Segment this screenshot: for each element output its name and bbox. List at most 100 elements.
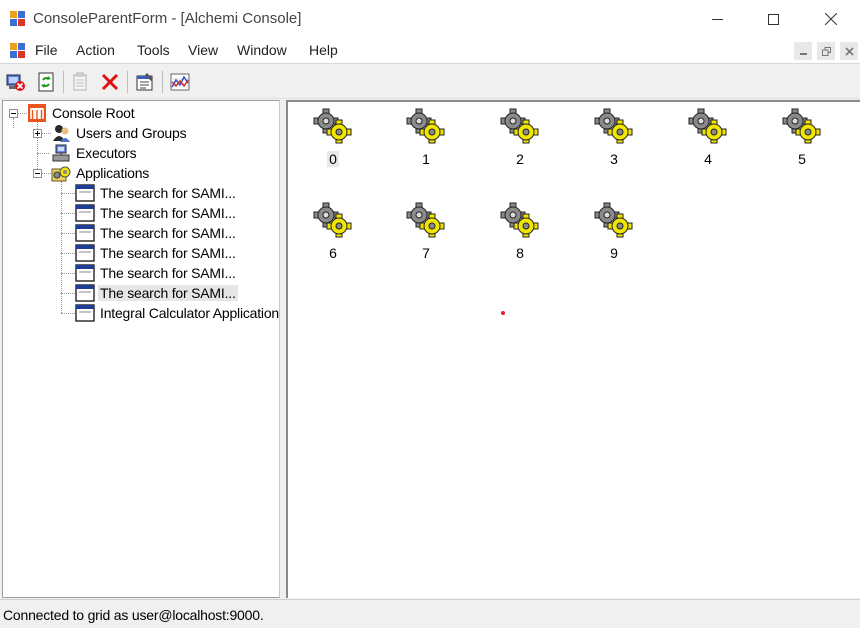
tree-line: [61, 233, 75, 234]
tree-line: [41, 133, 51, 134]
application-window-icon: [75, 264, 95, 282]
tree-line: [61, 193, 75, 194]
gear-thread-icon: [782, 108, 822, 144]
tree-node-application[interactable]: The search for SAMI...: [75, 263, 238, 283]
mdi-child-icon[interactable]: [9, 42, 26, 59]
status-bar: Connected to grid as user@localhost:9000…: [0, 599, 860, 628]
thread-item[interactable]: 6: [303, 202, 363, 278]
thread-label: 5: [798, 151, 806, 167]
gear-thread-icon: [500, 202, 540, 238]
gear-thread-icon: [406, 202, 446, 238]
gear-thread-icon: [500, 108, 540, 144]
thread-label: 8: [516, 245, 524, 261]
tree-line: [37, 153, 49, 154]
thread-label: 0: [327, 151, 339, 167]
menu-window[interactable]: Window: [237, 42, 287, 58]
thread-label: 3: [610, 151, 618, 167]
menu-bar: File Action Tools View Window Help: [0, 38, 860, 64]
application-window-icon: [75, 184, 95, 202]
tree-node-label: The search for SAMI...: [100, 245, 236, 261]
close-button[interactable]: [808, 0, 854, 38]
threads-list-view[interactable]: 0 1 2 3 4 5 6 7 8 9: [286, 100, 860, 598]
menu-file[interactable]: File: [35, 42, 58, 58]
tree-node-applications[interactable]: Applications: [51, 163, 151, 183]
status-text: Connected to grid as user@localhost:9000…: [3, 607, 264, 623]
toolbar-separator: [162, 71, 163, 93]
application-window-icon: [75, 244, 95, 262]
app-icon: [10, 11, 25, 26]
toolbar-separator: [127, 71, 128, 93]
tree-node-application[interactable]: Integral Calculator Application: [75, 303, 280, 323]
tree-node-application[interactable]: The search for SAMI...: [75, 243, 238, 263]
toolbar-separator: [63, 71, 64, 93]
tree-line: [41, 173, 51, 174]
tree-node-application[interactable]: The search for SAMI...: [75, 223, 238, 243]
restore-icon: [821, 46, 831, 56]
tree-node-label: Console Root: [52, 105, 135, 121]
close-icon: [825, 13, 837, 25]
properties-doc-button[interactable]: [69, 71, 91, 93]
cursor-dot: [501, 311, 505, 315]
tree-node-executors[interactable]: Executors: [51, 143, 138, 163]
tree-node-application-selected[interactable]: The search for SAMI...: [75, 283, 238, 303]
thread-item[interactable]: 8: [490, 202, 550, 278]
application-window-icon: [75, 284, 95, 302]
minimize-button[interactable]: [694, 0, 740, 38]
menu-view[interactable]: View: [188, 42, 218, 58]
tree-node-label: Applications: [76, 165, 150, 181]
tree-node-label: The search for SAMI...: [98, 285, 238, 301]
tree-node-application[interactable]: The search for SAMI...: [75, 183, 238, 203]
tree-line: [61, 213, 75, 214]
delete-button[interactable]: [99, 71, 121, 93]
gear-thread-icon: [594, 202, 634, 238]
thread-item[interactable]: 9: [584, 202, 644, 278]
tree-collapse-toggle[interactable]: [9, 109, 18, 118]
applications-icon: [51, 166, 71, 182]
tree-node-label: Users and Groups: [76, 125, 187, 141]
thread-label: 4: [704, 151, 712, 167]
thread-item[interactable]: 4: [678, 108, 738, 184]
thread-item[interactable]: 5: [772, 108, 832, 184]
thread-label: 7: [422, 245, 430, 261]
maximize-button[interactable]: [750, 0, 796, 38]
thread-label: 6: [329, 245, 337, 261]
application-window-icon: [75, 204, 95, 222]
mdi-restore-button[interactable]: [817, 42, 835, 60]
tree-node-label: Integral Calculator Application: [100, 305, 280, 321]
tree-expand-toggle[interactable]: [33, 129, 42, 138]
thread-item[interactable]: 2: [490, 108, 550, 184]
console-tree[interactable]: Console Root Users and Groups Executors: [2, 100, 280, 598]
app-window: ConsoleParentForm - [Alchemi Console] Fi…: [0, 0, 860, 628]
thread-label: 1: [422, 151, 430, 167]
tree-node-console-root[interactable]: Console Root: [27, 103, 136, 123]
performance-chart-button[interactable]: [169, 71, 191, 93]
gear-thread-icon: [688, 108, 728, 144]
close-icon: [844, 46, 854, 56]
tree-node-users-groups[interactable]: Users and Groups: [51, 123, 188, 143]
application-window-icon: [75, 224, 95, 242]
thread-item[interactable]: 1: [396, 108, 456, 184]
menu-tools[interactable]: Tools: [137, 42, 170, 58]
tree-node-label: The search for SAMI...: [100, 205, 236, 221]
tree-line: [61, 293, 75, 294]
gear-thread-icon: [406, 108, 446, 144]
tree-node-application[interactable]: The search for SAMI...: [75, 203, 238, 223]
refresh-button[interactable]: [35, 71, 57, 93]
mdi-close-button[interactable]: [840, 42, 858, 60]
alchemi-root-icon: [28, 104, 46, 122]
tree-line: [61, 253, 75, 254]
thread-item[interactable]: 7: [396, 202, 456, 278]
menu-help[interactable]: Help: [309, 42, 338, 58]
tree-collapse-toggle[interactable]: [33, 169, 42, 178]
tree-line: [61, 313, 75, 314]
thread-item[interactable]: 3: [584, 108, 644, 184]
maximize-icon: [767, 13, 779, 25]
title-bar[interactable]: ConsoleParentForm - [Alchemi Console]: [0, 0, 860, 38]
properties-button[interactable]: [134, 71, 156, 93]
thread-item[interactable]: 0: [303, 108, 363, 184]
menu-action[interactable]: Action: [76, 42, 115, 58]
mdi-minimize-button[interactable]: [794, 42, 812, 60]
performance-chart-icon: [170, 73, 190, 91]
disconnect-button[interactable]: [5, 71, 27, 93]
toolbar: [0, 65, 860, 99]
